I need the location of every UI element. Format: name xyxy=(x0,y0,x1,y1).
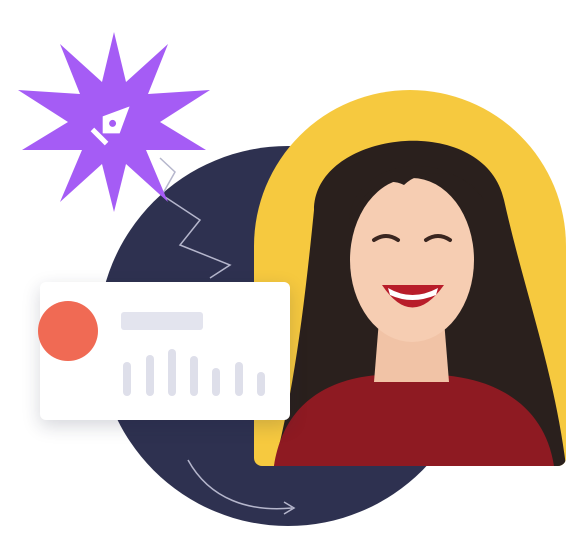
person-photo xyxy=(274,140,566,466)
photo-arch xyxy=(254,90,566,466)
bar xyxy=(146,355,154,396)
pen-tool-icon xyxy=(18,32,210,212)
title-placeholder xyxy=(121,312,203,330)
bar xyxy=(123,362,131,396)
bar xyxy=(190,356,198,396)
accent-dot xyxy=(38,301,98,361)
bar xyxy=(168,349,176,396)
curved-arrow-icon xyxy=(187,459,296,515)
bar xyxy=(212,368,220,396)
bar xyxy=(235,362,243,396)
bar xyxy=(257,372,265,396)
